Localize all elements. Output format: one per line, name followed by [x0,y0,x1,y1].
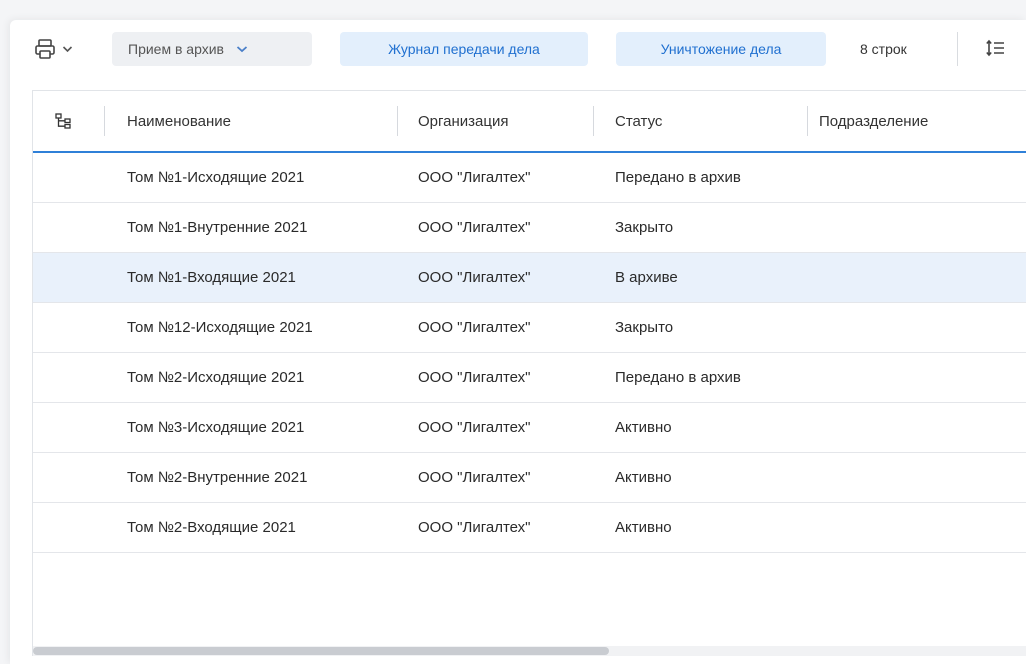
chevron-down-icon [62,45,73,53]
cell-organization: ООО "Лигалтех" [418,219,531,236]
printer-icon [34,38,56,60]
cell-name: Том №1-Входящие 2021 [127,269,296,286]
cell-organization: ООО "Лигалтех" [418,519,531,536]
cell-organization: ООО "Лигалтех" [418,169,531,186]
transfer-journal-button[interactable]: Журнал передачи дела [340,32,588,66]
cell-status: Передано в архив [615,169,741,186]
transfer-journal-label: Журнал передачи дела [388,41,540,57]
cell-organization: ООО "Лигалтех" [418,269,531,286]
cell-name: Том №2-Исходящие 2021 [127,369,305,386]
cell-status: В архиве [615,269,678,286]
cell-name: Том №1-Исходящие 2021 [127,169,305,186]
cell-organization: ООО "Лигалтех" [418,319,531,336]
cell-organization: ООО "Лигалтех" [418,419,531,436]
table-row[interactable]: Том №2-Исходящие 2021 ООО "Лигалтех" Пер… [33,353,1026,403]
horizontal-scrollbar[interactable] [33,646,1026,656]
chevron-down-icon [236,45,248,53]
column-header-status[interactable]: Статус [615,91,662,151]
column-separator[interactable] [593,106,594,136]
table-row[interactable]: Том №1-Исходящие 2021 ООО "Лигалтех" Пер… [33,153,1026,203]
row-height-button[interactable] [985,32,1015,66]
table-row[interactable]: Том №3-Исходящие 2021 ООО "Лигалтех" Акт… [33,403,1026,453]
print-button[interactable] [34,32,78,66]
rows-count: 8 строк [860,41,907,57]
cell-status: Активно [615,519,672,536]
column-separator[interactable] [397,106,398,136]
cell-name: Том №3-Исходящие 2021 [127,419,305,436]
cell-name: Том №12-Исходящие 2021 [127,319,313,336]
column-separator[interactable] [807,106,808,136]
row-height-icon [985,38,1005,61]
cell-name: Том №2-Входящие 2021 [127,519,296,536]
registry-panel: Прием в архив Журнал передачи дела Уничт… [10,20,1026,664]
destroy-case-label: Уничтожение дела [660,41,782,57]
table-header: Наименование Организация Статус Подразде… [33,91,1026,153]
cases-table: Наименование Организация Статус Подразде… [32,90,1026,656]
table-row[interactable]: Том №12-Исходящие 2021 ООО "Лигалтех" За… [33,303,1026,353]
cell-status: Активно [615,419,672,436]
column-header-department[interactable]: Подразделение [819,91,928,151]
table-row[interactable]: Том №1-Внутренние 2021 ООО "Лигалтех" За… [33,203,1026,253]
column-header-name[interactable]: Наименование [127,91,231,151]
cell-status: Закрыто [615,319,674,336]
cell-status: Активно [615,469,672,486]
column-separator[interactable] [104,106,105,136]
table-row-selected[interactable]: Том №1-Входящие 2021 ООО "Лигалтех" В ар… [33,253,1026,303]
destroy-case-button[interactable]: Уничтожение дела [616,32,826,66]
toolbar: Прием в архив Журнал передачи дела Уничт… [10,20,1026,84]
column-header-organization[interactable]: Организация [418,91,508,151]
cell-name: Том №2-Внутренние 2021 [127,469,308,486]
archive-intake-label: Прием в архив [128,41,224,57]
archive-intake-button[interactable]: Прием в архив [112,32,312,66]
table-row[interactable]: Том №2-Внутренние 2021 ООО "Лигалтех" Ак… [33,453,1026,503]
scrollbar-thumb[interactable] [33,647,609,655]
cell-status: Передано в архив [615,369,741,386]
hierarchy-icon[interactable] [55,91,75,151]
cell-status: Закрыто [615,219,674,236]
cell-organization: ООО "Лигалтех" [418,369,531,386]
cell-name: Том №1-Внутренние 2021 [127,219,308,236]
toolbar-divider [957,32,958,66]
table-row[interactable]: Том №2-Входящие 2021 ООО "Лигалтех" Акти… [33,503,1026,553]
cell-organization: ООО "Лигалтех" [418,469,531,486]
